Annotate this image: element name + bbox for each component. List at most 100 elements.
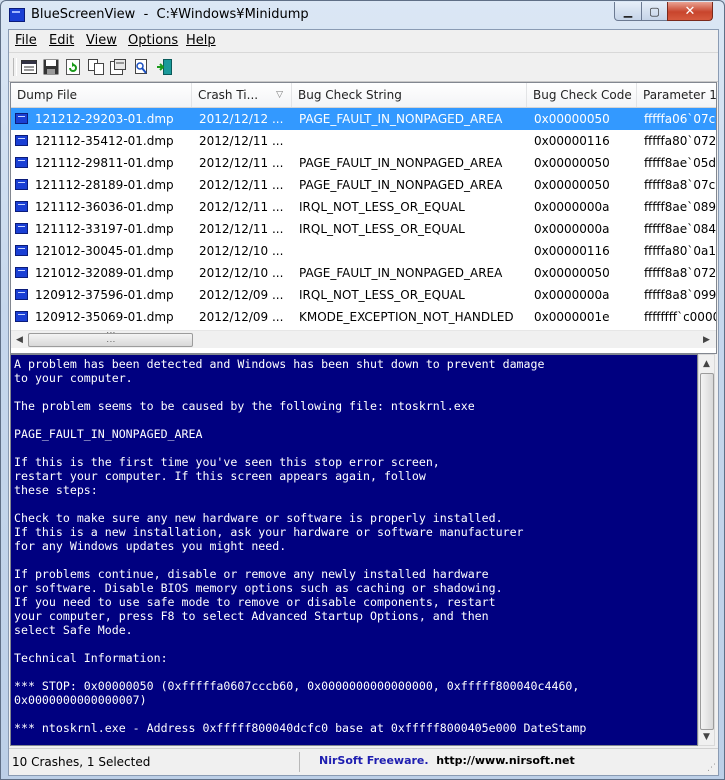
horizontal-scroll-thumb[interactable]: [28, 333, 193, 347]
table-row[interactable]: 121012-32089-01.dmp 2012/12/10 ... PAGE_FA…: [11, 262, 716, 284]
cell-crash-time: 2012/12/10 ...: [199, 244, 284, 258]
scroll-down-icon[interactable]: ▼: [699, 728, 714, 745]
bsod-text: A problem has been detected and Windows …: [14, 357, 587, 735]
cell-bug-check-code: 0x00000050: [534, 266, 610, 280]
maximize-icon: ▢: [649, 4, 660, 18]
vertical-scrollbar[interactable]: ▲ ▼: [698, 354, 715, 746]
cell-dump-file: 121112-36036-01.dmp: [35, 200, 174, 214]
cell-crash-time: 2012/12/11 ...: [199, 222, 284, 236]
cell-bug-check-code: 0x0000000a: [534, 200, 610, 214]
dump-file-icon: [15, 223, 28, 234]
cell-bug-check-string: IRQL_NOT_LESS_OR_EQUAL: [299, 222, 465, 236]
cell-dump-file: 121112-33197-01.dmp: [35, 222, 174, 236]
html-report-icon[interactable]: [109, 58, 127, 76]
cell-dump-file: 120912-37596-01.dmp: [35, 288, 174, 302]
cell-parameter-1: fffffa06`07cc: [644, 112, 716, 126]
cell-crash-time: 2012/12/11 ...: [199, 200, 284, 214]
cell-bug-check-code: 0x00000116: [534, 134, 610, 148]
cell-parameter-1: fffff8ae`089e: [644, 200, 716, 214]
save-icon[interactable]: [42, 58, 60, 76]
table-row[interactable]: 120912-35069-01.dmp 2012/12/09 ... KMODE_E…: [11, 306, 716, 328]
cell-parameter-1: fffff8ae`0848: [644, 222, 716, 236]
status-crash-count: 10 Crashes, 1 Selected: [12, 755, 151, 769]
table-row[interactable]: 120912-37596-01.dmp 2012/12/09 ... IRQL_NO…: [11, 284, 716, 306]
scroll-left-icon[interactable]: ◀: [11, 331, 28, 348]
exit-icon[interactable]: [155, 58, 173, 76]
menu-help[interactable]: Help: [186, 33, 216, 48]
bluescreen-app-icon: [9, 8, 25, 22]
toolbar: [9, 52, 718, 82]
table-row[interactable]: 121012-30045-01.dmp 2012/12/10 ... 0x00000…: [11, 240, 716, 262]
column-dump-file[interactable]: Dump File: [11, 83, 192, 107]
table-row[interactable]: 121112-33197-01.dmp 2012/12/11 ... IRQL_NO…: [11, 218, 716, 240]
cell-dump-file: 121112-29811-01.dmp: [35, 156, 174, 170]
cell-bug-check-string: PAGE_FAULT_IN_NONPAGED_AREA: [299, 112, 503, 126]
column-parameter-1[interactable]: Parameter 1: [637, 83, 716, 107]
cell-crash-time: 2012/12/10 ...: [199, 266, 284, 280]
dump-file-icon: [15, 201, 28, 212]
sort-down-icon: ▽: [276, 90, 283, 100]
table-row[interactable]: 121112-36036-01.dmp 2012/12/11 ... IRQL_NO…: [11, 196, 716, 218]
copy-icon[interactable]: [87, 58, 105, 76]
column-bug-check-string[interactable]: Bug Check String: [292, 83, 527, 107]
cell-crash-time: 2012/12/09 ...: [199, 288, 284, 302]
dump-file-icon: [15, 135, 28, 146]
properties-icon[interactable]: [20, 58, 38, 76]
cell-bug-check-code: 0x00000050: [534, 156, 610, 170]
menu-file[interactable]: File: [15, 33, 37, 48]
table-row[interactable]: 121112-35412-01.dmp 2012/12/11 ... 0x00000…: [11, 130, 716, 152]
horizontal-scrollbar[interactable]: ◀ ▶: [11, 330, 716, 348]
cell-bug-check-code: 0x00000050: [534, 112, 610, 126]
maximize-button[interactable]: ▢: [641, 2, 668, 21]
dump-file-icon: [15, 179, 28, 190]
cell-dump-file: 121112-28189-01.dmp: [35, 178, 174, 192]
status-divider: [299, 752, 300, 772]
cell-parameter-1: ffffffff`c0000: [644, 310, 716, 324]
minimize-button[interactable]: ▁: [614, 2, 642, 21]
dump-file-icon: [15, 113, 28, 124]
dump-file-icon: [15, 157, 28, 168]
window-title: BlueScreenView - C:¥Windows¥Minidump: [31, 7, 309, 22]
dump-file-icon: [15, 245, 28, 256]
client-area: File Edit View Options Help Dump File Cr…: [8, 29, 719, 776]
menu-view[interactable]: View: [86, 33, 117, 48]
cell-bug-check-string: IRQL_NOT_LESS_OR_EQUAL: [299, 200, 465, 214]
cell-bug-check-string: PAGE_FAULT_IN_NONPAGED_AREA: [299, 178, 503, 192]
column-crash-time[interactable]: Crash Ti... ▽: [192, 83, 292, 107]
cell-parameter-1: fffff8a8`07c3: [644, 178, 716, 192]
cell-parameter-1: fffff8ae`05dc: [644, 156, 716, 170]
cell-bug-check-string: IRQL_NOT_LESS_OR_EQUAL: [299, 288, 465, 302]
cell-bug-check-code: 0x00000116: [534, 244, 610, 258]
cell-crash-time: 2012/12/09 ...: [199, 310, 284, 324]
close-button[interactable]: ✕: [667, 2, 713, 21]
main-window: BlueScreenView - C:¥Windows¥Minidump ▁ ▢…: [0, 0, 725, 780]
title-bar[interactable]: BlueScreenView - C:¥Windows¥Minidump ▁ ▢…: [1, 1, 724, 29]
cell-crash-time: 2012/12/11 ...: [199, 156, 284, 170]
cell-bug-check-string: PAGE_FAULT_IN_NONPAGED_AREA: [299, 156, 503, 170]
cell-parameter-1: fffff8a8`0721: [644, 266, 716, 280]
menu-edit[interactable]: Edit: [49, 33, 74, 48]
minimize-icon: ▁: [623, 4, 633, 18]
close-icon: ✕: [684, 3, 696, 19]
cell-crash-time: 2012/12/11 ...: [199, 178, 284, 192]
table-row[interactable]: 121212-29203-01.dmp 2012/12/12 ... PAGE_FA…: [11, 108, 716, 130]
bsod-preview: A problem has been detected and Windows …: [10, 354, 698, 746]
menu-options[interactable]: Options: [128, 33, 178, 48]
crash-list[interactable]: Dump File Crash Ti... ▽ Bug Check String …: [10, 82, 717, 354]
table-row[interactable]: 121112-29811-01.dmp 2012/12/11 ... PAGE_FA…: [11, 152, 716, 174]
cell-bug-check-string: [299, 130, 525, 152]
resize-grip-icon[interactable]: ⋰: [707, 763, 716, 773]
refresh-icon[interactable]: [64, 58, 82, 76]
cell-dump-file: 121012-32089-01.dmp: [35, 266, 174, 280]
dump-file-icon: [15, 267, 28, 278]
find-icon[interactable]: [132, 58, 150, 76]
scroll-right-icon[interactable]: ▶: [698, 331, 715, 348]
column-bug-check-code[interactable]: Bug Check Code: [527, 83, 637, 107]
scroll-up-icon[interactable]: ▲: [699, 355, 714, 372]
cell-crash-time: 2012/12/12 ...: [199, 112, 284, 126]
cell-parameter-1: fffff8a8`0999: [644, 288, 716, 302]
table-row[interactable]: 121112-28189-01.dmp 2012/12/11 ... PAGE_FA…: [11, 174, 716, 196]
nirsoft-link[interactable]: NirSoft Freeware. http://www.nirsoft.net: [319, 754, 575, 767]
vertical-scroll-thumb[interactable]: [700, 373, 714, 730]
list-header: Dump File Crash Ti... ▽ Bug Check String …: [11, 83, 716, 108]
